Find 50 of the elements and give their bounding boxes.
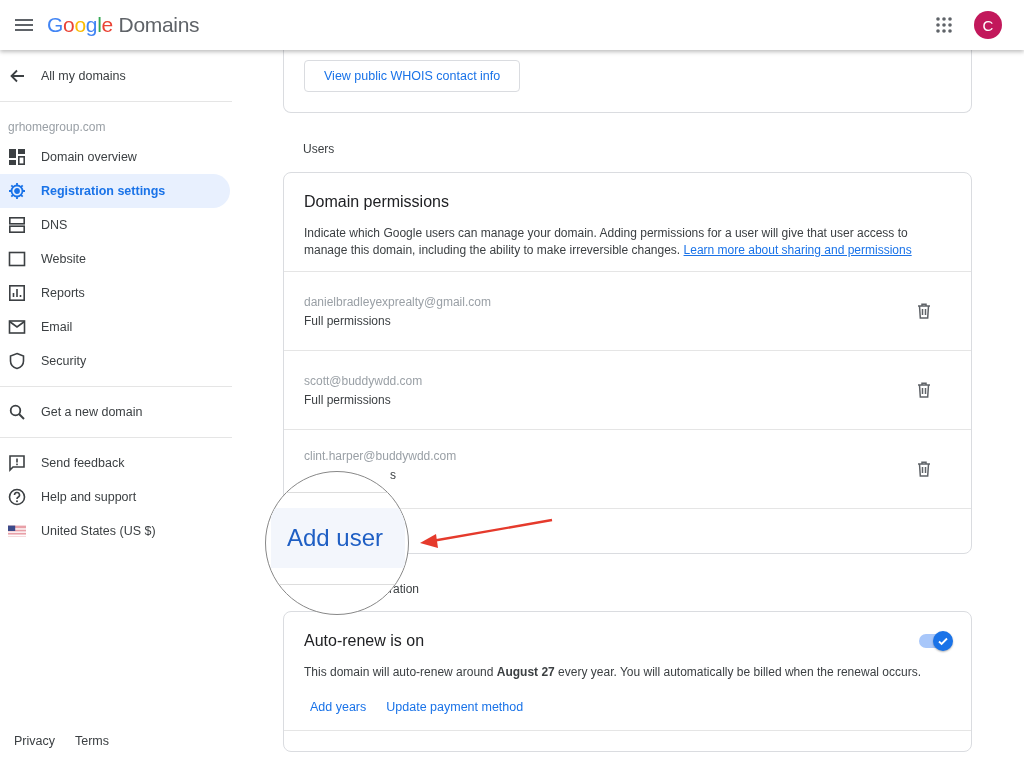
permission-level: Full permissions xyxy=(304,392,392,407)
help-link[interactable]: Help and support xyxy=(0,480,151,514)
apps-grid-icon[interactable] xyxy=(936,17,952,33)
section-heading: Users xyxy=(302,141,336,158)
renewal-link[interactable]: Add years xyxy=(310,700,367,714)
card-title: Auto-renew is on xyxy=(304,632,425,650)
learn-more-link[interactable]: Learn more about sharing and permissions xyxy=(683,243,912,257)
feedback-icon xyxy=(8,454,26,472)
envelope-icon xyxy=(8,318,26,336)
user-email: danielbradleyexprealty@gmail.com xyxy=(304,294,492,309)
region-link[interactable]: United States (US $) xyxy=(0,514,170,548)
delete-icon[interactable] xyxy=(917,303,931,319)
nav-item[interactable]: Security xyxy=(0,344,101,378)
permissions-description: Indicate which Google users can manage your domain. Adding permissions for a user will give that user access to manage this domain, including the ability to make irreversible changes. Learn more about sharing and permissions xyxy=(304,225,913,259)
delete-icon[interactable] xyxy=(917,382,931,398)
menu-icon[interactable] xyxy=(15,19,33,31)
footer-link[interactable]: Privacy xyxy=(14,734,55,748)
help-icon xyxy=(8,488,26,506)
back-link[interactable]: All my domains xyxy=(0,59,140,93)
nav-item[interactable]: Email xyxy=(0,310,87,344)
feedback-link[interactable]: Send feedback xyxy=(0,446,139,480)
dashboard-icon xyxy=(8,148,26,166)
renewal-link[interactable]: Update payment method xyxy=(386,700,524,714)
nav-item[interactable]: Website xyxy=(0,242,100,276)
nav-item[interactable]: Registration settings xyxy=(0,174,230,208)
logo[interactable]: Google Domains xyxy=(47,13,200,37)
nav-item[interactable]: Domain overview xyxy=(0,140,151,174)
flag-icon xyxy=(8,525,26,537)
avatar[interactable]: C xyxy=(974,11,1002,39)
bar-chart-icon xyxy=(8,284,26,302)
whois-button[interactable]: View public WHOIS contact info xyxy=(304,60,521,92)
permission-level: Full permissions xyxy=(304,313,392,328)
browser-icon xyxy=(8,250,26,268)
nav-item[interactable]: Reports xyxy=(0,276,99,310)
renewal-text: This domain will auto-renew around August 27 every year. You will automatically be billed when the renewal occurs. xyxy=(304,664,922,681)
delete-icon[interactable] xyxy=(917,461,931,477)
search-icon xyxy=(8,404,26,420)
card-title: Domain permissions xyxy=(304,193,450,211)
permission-level: s xyxy=(389,467,397,482)
gear-icon xyxy=(8,182,26,200)
get-domain-link[interactable]: Get a new domain xyxy=(0,395,157,429)
user-email: scott@buddywdd.com xyxy=(304,373,424,388)
check-icon xyxy=(937,635,949,647)
user-email: clint.harper@buddywdd.com xyxy=(304,448,458,463)
shield-icon xyxy=(8,352,26,370)
back-arrow-icon xyxy=(8,68,26,84)
domain-name: grhomegroup.com xyxy=(7,119,107,136)
nav-item[interactable]: DNS xyxy=(0,208,82,242)
footer-link[interactable]: Terms xyxy=(75,734,109,748)
server-icon xyxy=(8,216,26,234)
